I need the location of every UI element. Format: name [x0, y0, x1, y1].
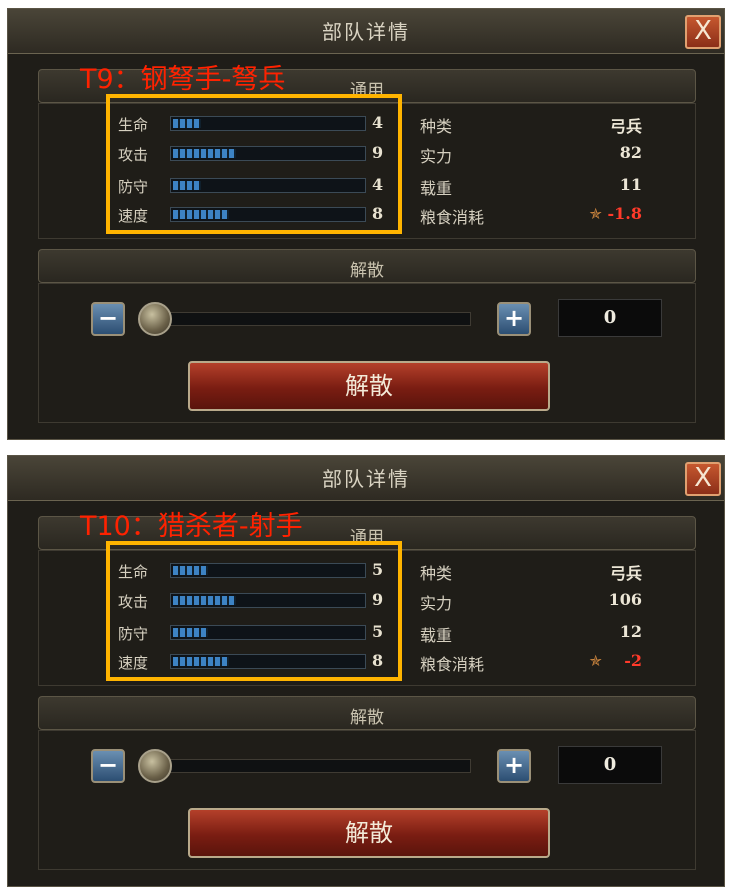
title-bar: 部队详情 X: [8, 456, 724, 501]
tier-annotation: T9：钢弩手-弩兵: [80, 64, 286, 95]
quantity-slider[interactable]: [153, 759, 471, 773]
info-label: 粮食消耗: [420, 655, 485, 674]
panel-title: 部队详情: [322, 467, 410, 491]
quantity-slider[interactable]: [153, 312, 471, 326]
disband-button[interactable]: 解散: [188, 808, 550, 858]
disband-section-header: 解散: [38, 696, 696, 730]
info-label: 载重: [420, 626, 453, 645]
title-bar: 部队详情 X: [8, 9, 724, 54]
stat-bar-fill: [173, 566, 208, 575]
info-label: 实力: [420, 147, 453, 166]
increase-button[interactable]: +: [497, 302, 531, 336]
tier-annotation: T10：猎杀者-射手: [80, 511, 303, 542]
stat-bar-fill: [173, 119, 201, 128]
stat-label: 防守: [118, 178, 149, 196]
stat-bar-fill: [173, 181, 201, 190]
stat-value: 8: [372, 204, 384, 223]
quantity-input[interactable]: 0: [558, 299, 662, 337]
troop-details-panel: 部队详情 X 通用 T9：钢弩手-弩兵 生命 4 种类 弓兵 攻击 9 实力 82 防守 4 载重 11 速度 8…: [7, 8, 725, 440]
close-button[interactable]: X: [685, 15, 721, 49]
stat-label: 速度: [118, 207, 149, 225]
info-label: 粮食消耗: [420, 208, 485, 227]
stat-bar-fill: [173, 149, 236, 158]
info-value: 弓兵: [609, 564, 642, 583]
info-value: 82: [619, 143, 642, 162]
decrease-button[interactable]: −: [91, 302, 125, 336]
stat-label: 攻击: [118, 146, 149, 164]
increase-button[interactable]: +: [497, 749, 531, 783]
stat-bar: [170, 563, 366, 578]
stat-label: 生命: [118, 563, 149, 581]
stat-bar: [170, 207, 366, 222]
stat-bar: [170, 593, 366, 608]
info-value: 12: [619, 622, 642, 641]
info-value: 11: [619, 175, 642, 194]
stat-bar: [170, 654, 366, 669]
feather-icon: ✯: [589, 205, 602, 223]
info-label: 实力: [420, 594, 453, 613]
info-value: -1.8: [607, 204, 642, 223]
info-value: 弓兵: [609, 117, 642, 136]
stat-value: 9: [372, 590, 384, 609]
stat-value: 9: [372, 143, 384, 162]
stat-bar-fill: [173, 596, 236, 605]
stat-label: 防守: [118, 625, 149, 643]
stat-label: 攻击: [118, 593, 149, 611]
disband-section-header: 解散: [38, 249, 696, 283]
stat-bar: [170, 178, 366, 193]
troop-details-panel: 部队详情 X 通用 T10：猎杀者-射手 生命 5 种类 弓兵 攻击 9 实力 106 防守 5 载重 12 速…: [7, 455, 725, 887]
stat-bar-fill: [173, 657, 229, 666]
info-label: 种类: [420, 117, 453, 136]
stat-bar: [170, 625, 366, 640]
slider-knob[interactable]: [138, 749, 172, 783]
info-value: -2: [624, 651, 642, 670]
slider-knob[interactable]: [138, 302, 172, 336]
stat-value: 5: [372, 622, 384, 641]
stat-bar: [170, 116, 366, 131]
stat-value: 4: [372, 175, 384, 194]
disband-section-label: 解散: [350, 708, 384, 728]
quantity-input[interactable]: 0: [558, 746, 662, 784]
close-button[interactable]: X: [685, 462, 721, 496]
stat-bar: [170, 146, 366, 161]
stat-value: 8: [372, 651, 384, 670]
info-label: 载重: [420, 179, 453, 198]
decrease-button[interactable]: −: [91, 749, 125, 783]
info-value: 106: [608, 590, 642, 609]
panel-title: 部队详情: [322, 20, 410, 44]
disband-section-label: 解散: [350, 261, 384, 281]
disband-button[interactable]: 解散: [188, 361, 550, 411]
info-label: 种类: [420, 564, 453, 583]
stat-label: 生命: [118, 116, 149, 134]
feather-icon: ✯: [589, 652, 602, 670]
stat-value: 5: [372, 560, 384, 579]
stat-label: 速度: [118, 654, 149, 672]
stat-value: 4: [372, 113, 384, 132]
stat-bar-fill: [173, 210, 229, 219]
stat-bar-fill: [173, 628, 208, 637]
